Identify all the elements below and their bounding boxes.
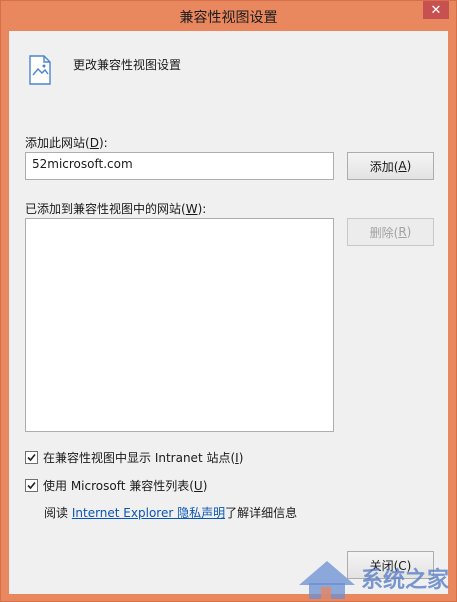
remove-button[interactable]: 删除(R) (347, 218, 434, 246)
document-image-icon (29, 55, 51, 85)
watermark-house-icon: 系统之家 (299, 561, 450, 599)
add-button[interactable]: 添加(A) (347, 152, 434, 180)
intranet-checkbox[interactable] (25, 451, 38, 464)
added-sites-list[interactable] (25, 218, 334, 432)
ms-list-label: 使用 Microsoft 兼容性列表(U) (43, 479, 208, 493)
checkmark-icon (27, 481, 36, 490)
close-icon: ✕ (430, 2, 442, 18)
intranet-label: 在兼容性视图中显示 Intranet 站点(I) (43, 451, 244, 465)
privacy-info: 阅读 Internet Explorer 隐私声明了解详细信息 (44, 504, 297, 521)
privacy-link[interactable]: Internet Explorer 隐私声明 (72, 506, 225, 520)
window-close-button[interactable]: ✕ (423, 1, 449, 19)
add-site-input[interactable]: 52microsoft.com (25, 152, 334, 180)
title-bar[interactable]: 兼容性视图设置 ✕ (1, 1, 456, 31)
window-title: 兼容性视图设置 (179, 10, 278, 26)
add-site-label: 添加此网站(D): (25, 136, 108, 150)
intranet-option[interactable]: 在兼容性视图中显示 Intranet 站点(I) (25, 449, 243, 466)
header-text: 更改兼容性视图设置 (73, 58, 182, 72)
watermark-logo: 系统之家 (291, 549, 456, 601)
privacy-read-text: 阅读 (44, 506, 69, 520)
added-sites-label: 已添加到兼容性视图中的网站(W): (25, 202, 207, 216)
ms-list-checkbox[interactable] (25, 479, 38, 492)
checkmark-icon (27, 453, 36, 462)
dialog-content: 更改兼容性视图设置 添加此网站(D): 52microsoft.com 添加(A… (9, 31, 448, 594)
svg-text:系统之家: 系统之家 (361, 567, 450, 592)
ms-list-option[interactable]: 使用 Microsoft 兼容性列表(U) (25, 477, 207, 494)
dialog-window: 兼容性视图设置 ✕ 更改兼容性视图设置 添加此网站(D): 52microsof… (0, 0, 457, 602)
privacy-suffix-text: 了解详细信息 (225, 506, 298, 520)
